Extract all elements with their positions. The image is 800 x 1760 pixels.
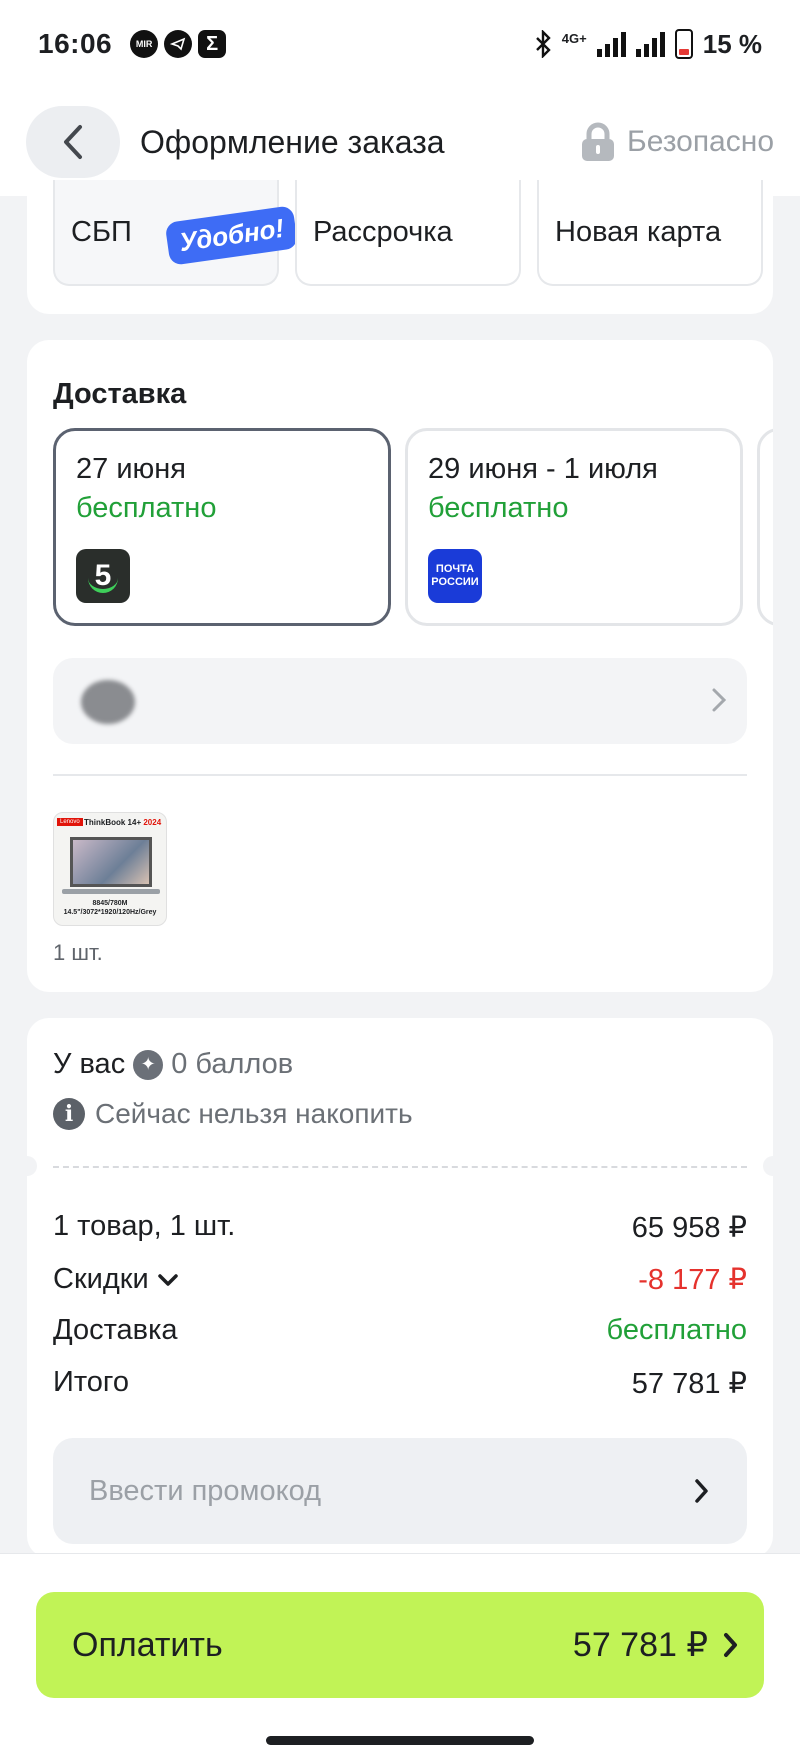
payment-option-sbp[interactable]: СБП Удобно! bbox=[53, 180, 299, 286]
payment-option-label: Новая карта bbox=[555, 215, 722, 248]
pay-amount: 57 781 ₽ bbox=[572, 1626, 708, 1664]
checkout-bar: Оплатить 57 781 ₽ bbox=[0, 1553, 800, 1760]
ticket-notch-right bbox=[763, 1156, 783, 1176]
payment-methods-card: СБП Удобно! Рассрочка Новая карта bbox=[27, 180, 773, 314]
summary-value: -8 177 ₽ bbox=[638, 1264, 747, 1296]
signal-icon-2 bbox=[635, 31, 665, 57]
summary-label: Итого bbox=[53, 1366, 129, 1398]
telegram-icon bbox=[164, 30, 193, 58]
chevron-right-icon bbox=[712, 688, 727, 712]
divider bbox=[53, 774, 747, 776]
notification-icons: MIR Σ bbox=[130, 30, 227, 58]
pickup-address-row[interactable] bbox=[53, 658, 747, 744]
page-title: Оформление заказа bbox=[140, 123, 445, 160]
summary-value: бесплатно bbox=[606, 1314, 747, 1346]
summary-value: 65 958 ₽ bbox=[631, 1212, 747, 1244]
chevron-left-icon bbox=[64, 125, 82, 159]
5post-logo-icon: 5 bbox=[76, 549, 130, 603]
summary-label: Доставка bbox=[53, 1314, 178, 1346]
delivery-title: Доставка bbox=[53, 378, 187, 410]
delivery-option-5post[interactable]: 27 июня бесплатно 5 bbox=[53, 428, 391, 626]
delivery-price: бесплатно bbox=[428, 492, 569, 524]
product-specs: 8845/780M 14.5"/3072*1920/120Hz/Grey bbox=[56, 899, 164, 917]
address-avatar-blurred bbox=[81, 680, 135, 724]
points-star-icon: ✦ bbox=[133, 1049, 164, 1080]
back-button[interactable] bbox=[26, 106, 120, 178]
laptop-base bbox=[62, 889, 160, 894]
system-status: 4G+ 15 % bbox=[534, 29, 762, 60]
product-quantity: 1 шт. bbox=[53, 940, 103, 965]
network-type: 4G+ bbox=[561, 30, 587, 46]
product-model: ThinkBook 14+ 2024 bbox=[84, 818, 161, 827]
chevron-down-icon bbox=[157, 1273, 178, 1286]
summary-label: 1 товар, 1 шт. bbox=[53, 1210, 236, 1242]
bluetooth-icon bbox=[535, 30, 551, 58]
promo-placeholder: Ввести промокод bbox=[89, 1474, 322, 1507]
dashed-divider bbox=[53, 1166, 747, 1168]
points-prefix: У вас bbox=[53, 1048, 126, 1080]
product-model-name: ThinkBook 14+ bbox=[84, 818, 142, 827]
battery-icon bbox=[674, 29, 693, 59]
ticket-notch-left bbox=[17, 1156, 37, 1176]
delivery-price: бесплатно bbox=[76, 492, 217, 524]
russian-post-logo-icon: ПОЧТА РОССИИ bbox=[428, 549, 482, 603]
points-notice-text: Сейчас нельзя накопить bbox=[95, 1098, 413, 1129]
chevron-right-icon bbox=[695, 1479, 708, 1503]
bonus-points: У вас ✦ 0 баллов bbox=[53, 1048, 293, 1081]
pay-label: Оплатить bbox=[72, 1625, 223, 1664]
payment-option-installment[interactable]: Рассрочка bbox=[295, 180, 521, 286]
sigma-icon: Σ bbox=[198, 30, 227, 58]
payment-option-label: Рассрочка bbox=[313, 215, 453, 248]
secure-indicator: Безопасно bbox=[579, 122, 774, 162]
mir-icon: MIR bbox=[130, 30, 159, 58]
info-icon: i bbox=[53, 1098, 85, 1130]
pay-button[interactable]: Оплатить 57 781 ₽ bbox=[36, 1592, 764, 1698]
delivery-card: Доставка 27 июня бесплатно 5 29 июня - 1… bbox=[27, 340, 773, 992]
convenient-badge: Удобно! bbox=[164, 205, 299, 266]
summary-row-total: Итого 57 781 ₽ bbox=[53, 1366, 747, 1401]
delivery-date: 29 июня - 1 июля bbox=[428, 453, 658, 485]
payment-option-label: СБП bbox=[71, 215, 132, 248]
signal-icon bbox=[596, 31, 626, 57]
status-time: 16:06 bbox=[38, 28, 113, 59]
delivery-option-russian-post[interactable]: 29 июня - 1 июля бесплатно ПОЧТА РОССИИ bbox=[405, 428, 743, 626]
secure-label: Безопасно bbox=[627, 125, 774, 158]
points-value: 0 баллов bbox=[171, 1048, 294, 1080]
product-year: 2024 bbox=[143, 818, 162, 827]
promo-code-button[interactable]: Ввести промокод bbox=[53, 1438, 747, 1544]
summary-row-items: 1 товар, 1 шт. 65 958 ₽ bbox=[53, 1210, 747, 1245]
chevron-right-icon bbox=[724, 1633, 737, 1657]
home-indicator[interactable] bbox=[266, 1736, 534, 1745]
laptop-image bbox=[70, 837, 152, 887]
product-specs-2: 14.5"/3072*1920/120Hz/Grey bbox=[63, 909, 157, 916]
points-notice: i Сейчас нельзя накопить bbox=[53, 1098, 413, 1130]
product-brand: Lenovo bbox=[57, 818, 83, 826]
product-specs-1: 8845/780M bbox=[92, 900, 128, 907]
summary-row-discounts[interactable]: Скидки -8 177 ₽ bbox=[53, 1262, 747, 1297]
order-summary-card: У вас ✦ 0 баллов i Сейчас нельзя накопит… bbox=[17, 1018, 783, 1558]
status-bar: 16:06 MIR Σ 4G+ 15 % bbox=[0, 0, 800, 88]
discounts-toggle[interactable]: Скидки bbox=[53, 1262, 179, 1297]
payment-option-new-card[interactable]: Новая карта bbox=[537, 180, 763, 286]
delivery-option-more[interactable] bbox=[757, 428, 773, 626]
delivery-date: 27 июня bbox=[76, 453, 186, 485]
summary-value: 57 781 ₽ bbox=[631, 1368, 747, 1400]
summary-label: Скидки bbox=[53, 1263, 149, 1295]
product-thumbnail[interactable]: Lenovo ThinkBook 14+ 2024 8845/780M 14.5… bbox=[53, 812, 167, 926]
battery-level: 15 % bbox=[702, 28, 762, 59]
summary-row-delivery: Доставка бесплатно bbox=[53, 1314, 747, 1347]
lock-icon bbox=[582, 122, 614, 161]
